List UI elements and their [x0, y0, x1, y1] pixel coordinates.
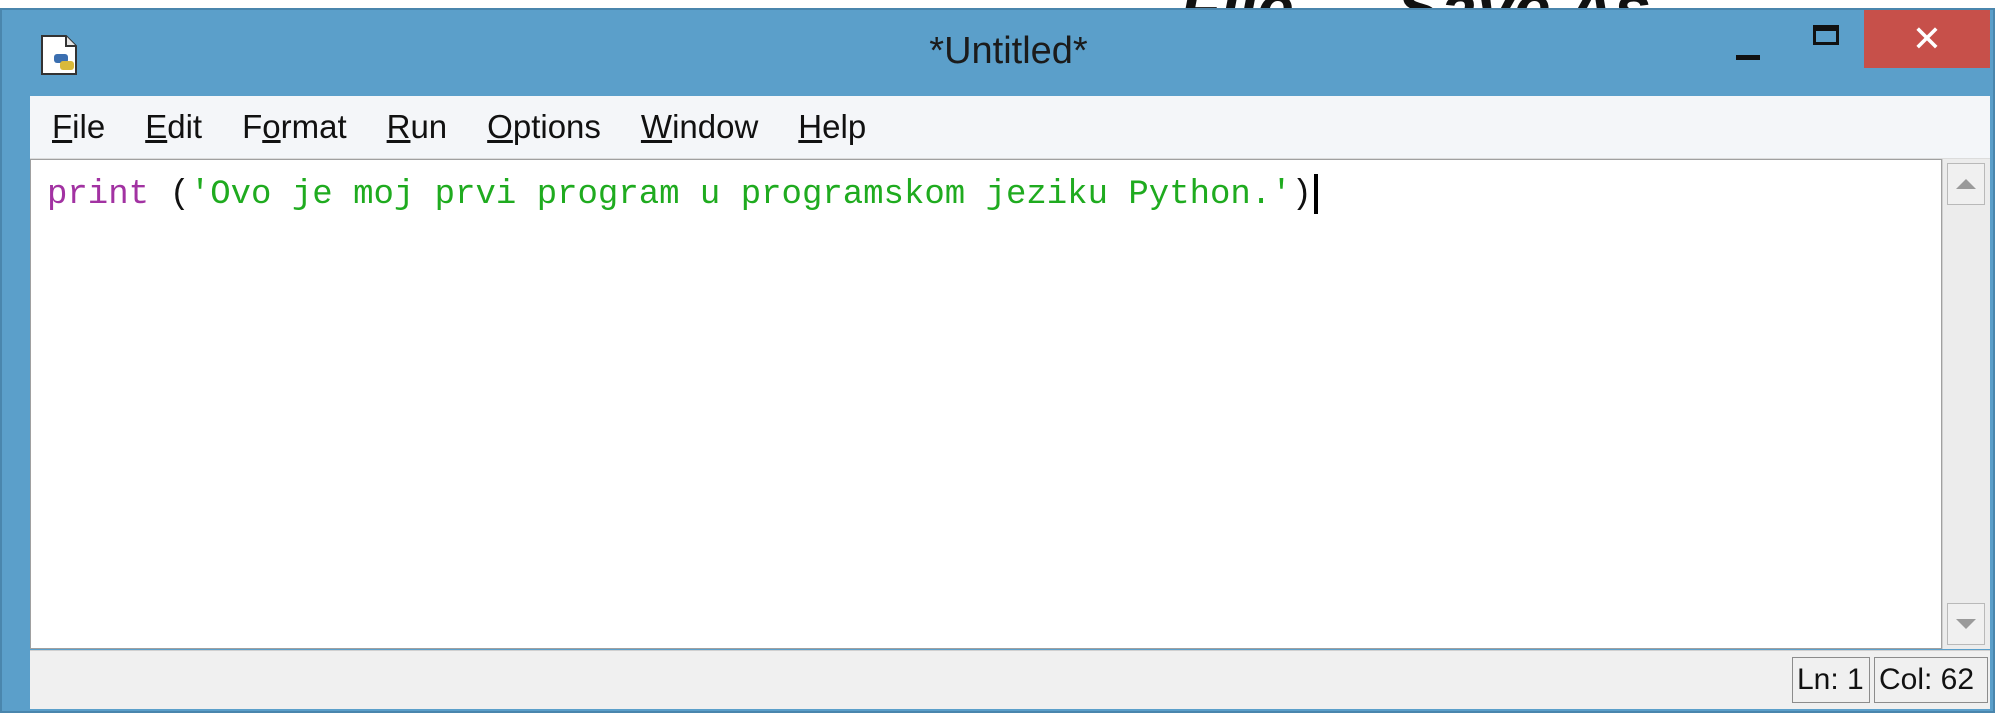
code-open-paren: ( — [169, 175, 190, 214]
menu-run[interactable]: Run — [387, 108, 448, 146]
menu-window-accel: W — [640, 108, 673, 145]
title-bar[interactable]: *Untitled* ✕ — [2, 10, 1993, 96]
code-string: 'Ovo je moj prvi program u programskom j… — [189, 175, 1292, 214]
code-close-paren: ) — [1291, 175, 1313, 214]
vertical-scrollbar[interactable] — [1942, 159, 1990, 649]
menu-file-accel: F — [52, 108, 73, 145]
minimize-icon — [1736, 54, 1760, 60]
scroll-up-button[interactable] — [1947, 163, 1985, 205]
menu-edit-label: dit — [167, 108, 203, 145]
menu-format-pre: F — [242, 108, 263, 145]
menu-options[interactable]: Options — [487, 108, 601, 146]
scroll-down-button[interactable] — [1947, 603, 1985, 645]
menu-format-accel: o — [262, 108, 281, 145]
code-line-1[interactable]: print ('Ovo je moj prvi program u progra… — [47, 174, 1319, 214]
idle-editor-window: *Untitled* ✕ File Edit Format Run Option… — [0, 8, 1995, 713]
screen: File → Save As *Untitled* ✕ — [0, 0, 1995, 713]
menu-edit[interactable]: Edit — [145, 108, 202, 146]
maximize-button[interactable] — [1792, 10, 1860, 70]
status-line: Ln: 1 — [1792, 657, 1870, 703]
maximize-icon — [1813, 25, 1839, 45]
menu-help-accel: H — [798, 108, 823, 145]
arrow-down-icon — [1956, 619, 1976, 629]
window-title-wrap: *Untitled* — [2, 30, 1993, 73]
minimize-button[interactable] — [1714, 10, 1782, 70]
menu-bar: File Edit Format Run Options Window Help — [30, 96, 1990, 159]
menu-edit-accel: E — [145, 108, 168, 145]
menu-help[interactable]: Help — [798, 108, 866, 146]
status-column: Col: 62 — [1874, 657, 1988, 703]
menu-file-label: ile — [72, 108, 106, 145]
menu-run-label: un — [410, 108, 448, 145]
close-button[interactable]: ✕ — [1864, 10, 1990, 68]
menu-format[interactable]: Format — [242, 108, 347, 146]
menu-help-label: elp — [822, 108, 867, 145]
menu-options-label: ptions — [512, 108, 601, 145]
close-icon: ✕ — [1911, 18, 1943, 60]
menu-format-label: rmat — [280, 108, 347, 145]
menu-window-label: indow — [672, 108, 759, 145]
code-editor[interactable]: print ('Ovo je moj prvi program u progra… — [30, 159, 1942, 649]
status-bar: Ln: 1 Col: 62 — [30, 650, 1990, 709]
menu-file[interactable]: File — [52, 108, 105, 146]
arrow-up-icon — [1956, 179, 1976, 189]
menu-run-accel: R — [386, 108, 411, 145]
text-caret — [1314, 174, 1319, 214]
window-title: *Untitled* — [929, 30, 1088, 72]
code-keyword: print — [47, 175, 150, 214]
menu-options-accel: O — [487, 108, 513, 145]
menu-window[interactable]: Window — [641, 108, 758, 146]
